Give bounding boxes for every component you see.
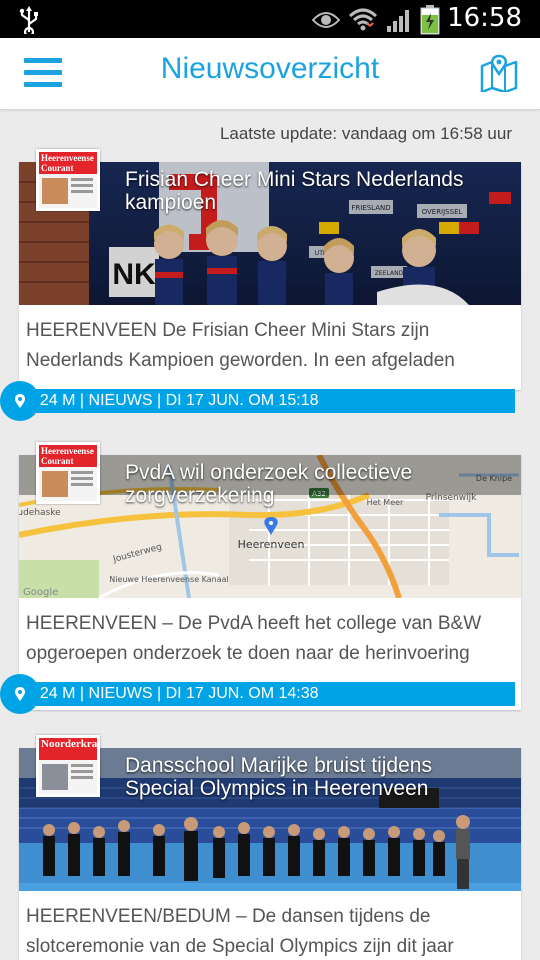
location-pin-icon xyxy=(0,674,40,714)
status-bar: 16:58 xyxy=(0,0,540,38)
article-headline: Frisian Cheer Mini Stars Nederlands kamp… xyxy=(125,168,464,214)
article-headline: PvdA wil onderzoek collectieve zorgverze… xyxy=(125,461,413,507)
map-label-udehaske: udehaske xyxy=(19,508,61,518)
battery-icon xyxy=(420,5,440,35)
source-thumbnail: Heerenveense Courant xyxy=(36,442,100,504)
map-label-heerenveen: Heerenveen xyxy=(238,538,305,551)
article-meta-bar: 624 M | NIEUWS | DI 17 JUN. OM 15:18 xyxy=(19,389,515,413)
source-masthead: Heerenveense Courant xyxy=(39,152,97,174)
location-pin-icon xyxy=(0,381,40,421)
article-snippet: HEERENVEEN/BEDUM – De dansen tijdens de … xyxy=(26,906,454,957)
eye-icon xyxy=(312,12,340,28)
signal-icon xyxy=(387,10,409,32)
source-thumbnail: Noorderkrant xyxy=(36,735,100,797)
map-google-logo: Google xyxy=(23,587,58,598)
article-meta-bar: 624 M | NIEUWS | DI 17 JUN. OM 14:38 xyxy=(19,682,515,706)
source-masthead: Noorderkrant xyxy=(39,738,97,760)
map-label-kanaal: Nieuwe Heerenveense Kanaal xyxy=(109,575,229,584)
last-update-label: Laatste update: vandaag om 16:58 uur xyxy=(219,124,512,143)
article-snippet: HEERENVEEN – De PvdA heeft het college v… xyxy=(26,613,482,664)
page-title: Nieuwsoverzicht xyxy=(160,52,380,85)
article-snippet: HEERENVEEN De Frisian Cheer Mini Stars z… xyxy=(26,320,455,371)
clock: 16:58 xyxy=(447,3,522,33)
source-masthead: Heerenveense Courant xyxy=(39,445,97,467)
source-thumbnail: Heerenveense Courant xyxy=(36,149,100,211)
wifi-icon xyxy=(348,8,378,31)
app-bar: Nieuwsoverzicht xyxy=(0,38,540,110)
article-headline: Dansschool Marijke bruist tijdens Specia… xyxy=(125,754,432,800)
map-icon[interactable] xyxy=(480,54,518,92)
usb-icon xyxy=(19,6,38,34)
